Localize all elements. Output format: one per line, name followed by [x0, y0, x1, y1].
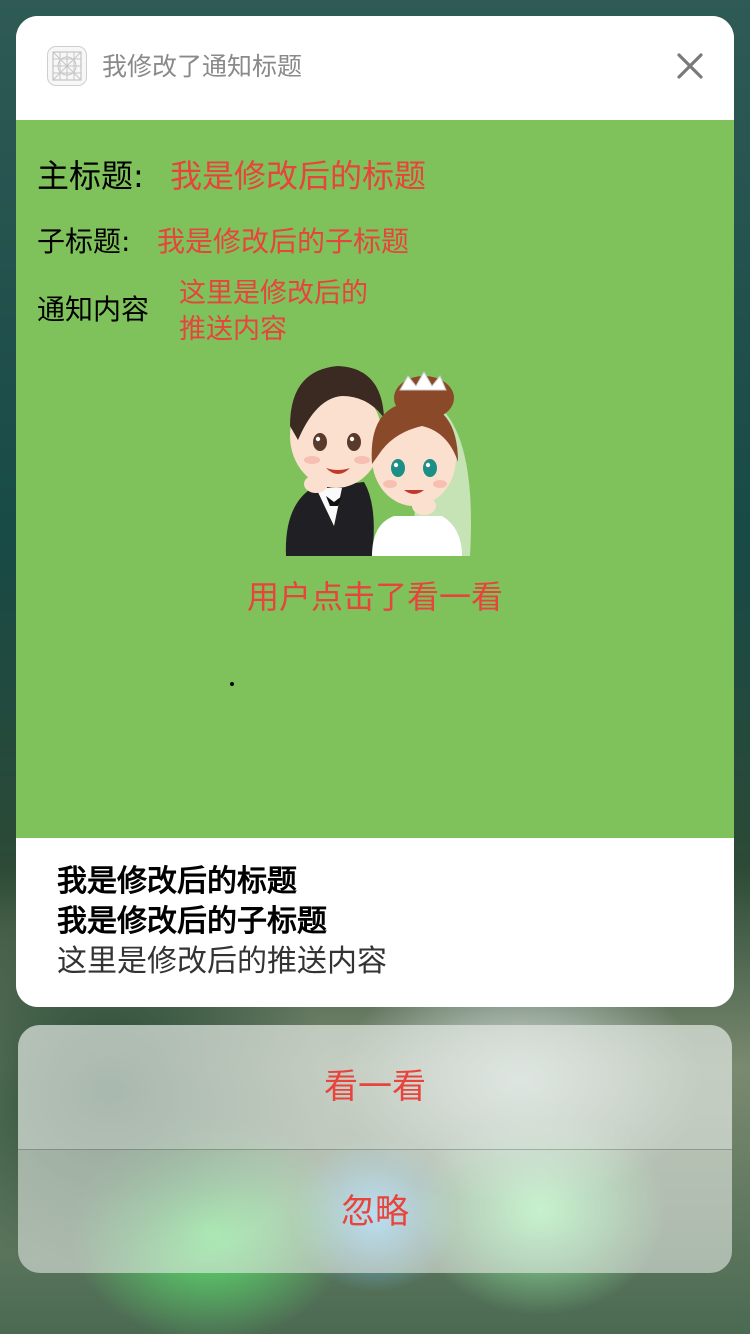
- close-icon: [677, 53, 703, 79]
- dot-marker: [230, 682, 234, 686]
- summary-body: 这里是修改后的推送内容: [57, 944, 387, 979]
- cartoon-couple-image: [285, 366, 471, 556]
- notification-header: 我修改了通知标题: [16, 16, 734, 120]
- look-button[interactable]: 看一看: [18, 1025, 732, 1149]
- ignore-button[interactable]: 忽略: [18, 1150, 732, 1273]
- main-title-value: 我是修改后的标题: [170, 157, 427, 195]
- grid-app-icon: [47, 46, 87, 86]
- action-feedback-text: 用户点击了看一看: [246, 578, 503, 616]
- body-label: 通知内容: [37, 293, 150, 326]
- summary-subtitle: 我是修改后的子标题: [57, 904, 327, 939]
- close-button[interactable]: [670, 46, 710, 86]
- main-title-label: 主标题:: [37, 157, 144, 195]
- notification-summary: 我是修改后的标题 我是修改后的子标题 这里是修改后的推送内容: [16, 838, 734, 1007]
- notification-actions: 看一看 忽略: [18, 1025, 732, 1273]
- notification-content-area: 主标题: 我是修改后的标题 子标题: 我是修改后的子标题 通知内容 这里是修改后…: [16, 120, 734, 838]
- subtitle-label: 子标题:: [37, 225, 131, 258]
- subtitle-value: 我是修改后的子标题: [157, 225, 410, 258]
- summary-title: 我是修改后的标题: [57, 864, 297, 899]
- body-value: 这里是修改后的推送内容: [179, 278, 368, 345]
- notification-card: 我修改了通知标题 主标题: 我是修改后的标题 子标题: 我是修改后的子标题 通知…: [16, 16, 734, 1007]
- notification-title: 我修改了通知标题: [102, 52, 303, 81]
